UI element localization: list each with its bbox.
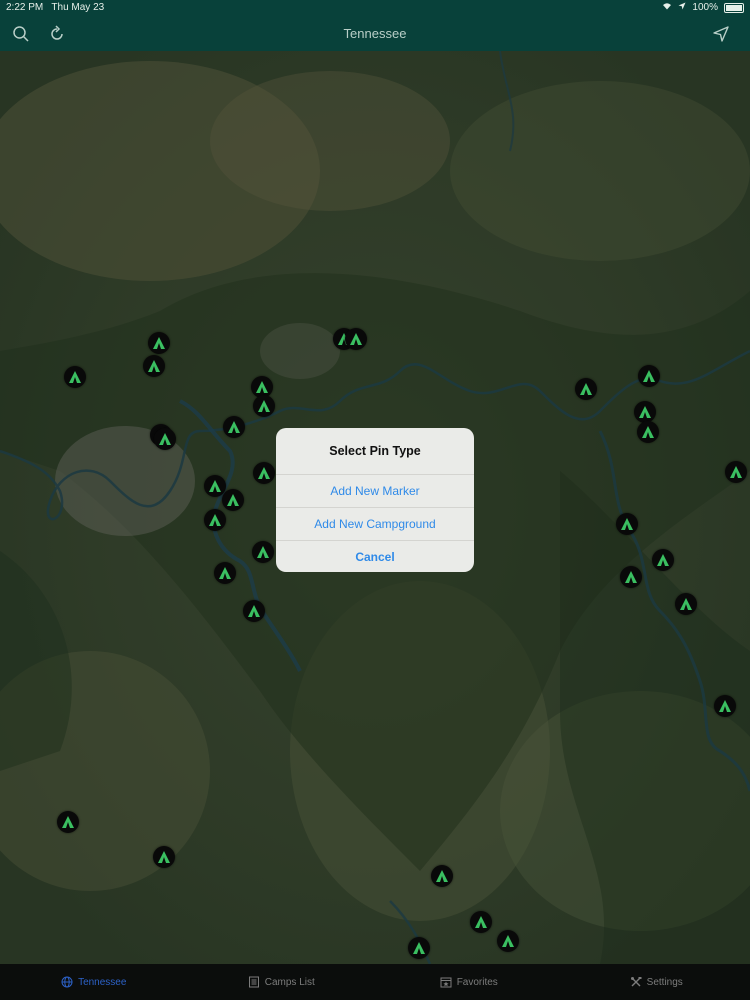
tools-icon <box>630 977 642 987</box>
nav-bar: Tennessee <box>0 16 750 51</box>
page-title: Tennessee <box>343 26 407 41</box>
tab-label: Camps List <box>264 976 315 988</box>
tab-favorites[interactable]: Favorites <box>375 964 563 1000</box>
status-time-date: 2:22 PM Thu May 23 <box>6 2 104 13</box>
status-time: 2:22 PM <box>6 2 44 13</box>
cancel-button[interactable]: Cancel <box>276 541 474 572</box>
tab-label: Tennessee <box>78 976 127 988</box>
location-arrow-icon[interactable] <box>710 23 732 45</box>
tab-label: Favorites <box>456 976 498 988</box>
status-indicators: 100% <box>662 2 744 13</box>
status-date: Thu May 23 <box>51 2 105 13</box>
alert-title: Select Pin Type <box>276 428 474 475</box>
top-bar: 2:22 PM Thu May 23 100% Tennessee <box>0 0 750 51</box>
tab-camps-list[interactable]: Camps List <box>188 964 376 1000</box>
location-icon <box>678 2 686 13</box>
status-bar: 2:22 PM Thu May 23 100% <box>0 0 750 16</box>
calendar-star-icon <box>440 977 452 988</box>
battery-percent: 100% <box>692 2 718 13</box>
tab-settings[interactable]: Settings <box>563 964 750 1000</box>
tab-label: Settings <box>646 976 683 988</box>
globe-icon <box>61 976 73 988</box>
select-pin-type-alert: Select Pin Type Add New Marker Add New C… <box>276 428 474 572</box>
tab-bar: Tennessee Camps List Favorites Settings <box>0 964 750 1000</box>
list-icon <box>248 976 259 988</box>
add-new-marker-button[interactable]: Add New Marker <box>276 475 474 508</box>
wifi-icon <box>662 2 672 13</box>
add-new-campground-button[interactable]: Add New Campground <box>276 508 474 541</box>
battery-icon <box>724 2 744 13</box>
tab-tennessee[interactable]: Tennessee <box>0 964 188 1000</box>
